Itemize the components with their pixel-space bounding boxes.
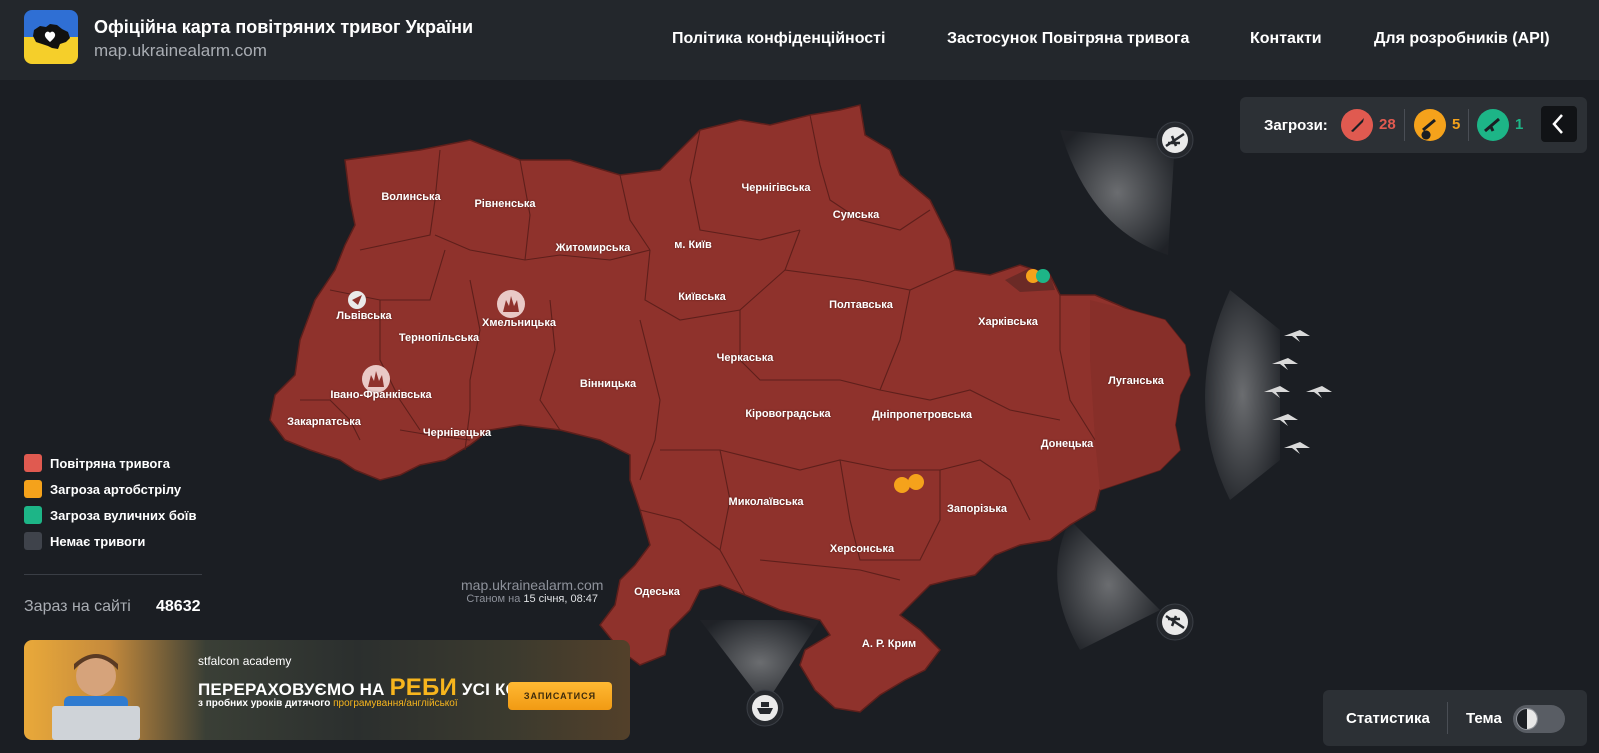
nav-contacts[interactable]: Контакти xyxy=(1250,30,1322,48)
statistics-button[interactable]: Статистика xyxy=(1346,710,1430,727)
rifle-count: 1 xyxy=(1515,116,1524,133)
occupied-area-luhansk xyxy=(1090,300,1190,490)
controls-separator xyxy=(1447,702,1448,734)
region-label-zakarpatska[interactable]: Закарпатська xyxy=(287,416,361,428)
header: Офіційна карта повітряних тривог України… xyxy=(0,0,1599,80)
as-of-prefix: Станом на xyxy=(466,593,521,605)
ad-brand: stfalcon academy xyxy=(198,654,292,668)
legend-swatch xyxy=(24,532,42,550)
region-label-ternopilska[interactable]: Тернопільська xyxy=(399,332,479,344)
ad-subtitle-part: з пробних уроків дитячого xyxy=(198,698,331,709)
legend-label: Немає тривоги xyxy=(50,534,146,549)
watermark-url: map.ukrainealarm.com xyxy=(461,577,604,593)
chevron-left-icon xyxy=(1552,114,1563,134)
legend-swatch xyxy=(24,454,42,472)
rifle-icon[interactable] xyxy=(1477,109,1509,141)
region-label-kirovohradska[interactable]: Кіровоградська xyxy=(745,408,830,420)
threat-separator xyxy=(1404,109,1405,141)
map-watermark: map.ukrainealarm.com Станом на 15 січня,… xyxy=(461,577,603,605)
region-label-rivnenska[interactable]: Рівненська xyxy=(474,198,535,210)
direction-cone-southeast xyxy=(1057,520,1160,650)
missile-icon[interactable] xyxy=(1341,109,1373,141)
ukraine-map-logo-icon xyxy=(33,24,70,49)
threats-panel: Загрози: 28 5 1 xyxy=(1240,97,1587,153)
collapse-panel-button[interactable] xyxy=(1541,106,1577,142)
region-label-sumska[interactable]: Сумська xyxy=(833,209,879,221)
threat-separator xyxy=(1468,109,1469,141)
legend-label: Повітряна тривога xyxy=(50,456,171,471)
app-logo[interactable] xyxy=(24,10,78,64)
theme-toggle[interactable] xyxy=(1513,705,1565,733)
ad-subtitle-highlight: програмування/англійської xyxy=(333,698,458,709)
bottom-controls: Статистика Тема xyxy=(1323,690,1587,746)
artillery-threat-marker xyxy=(908,474,924,490)
as-of-value: 15 січня, 08:47 xyxy=(523,593,599,605)
missile-count: 28 xyxy=(1379,116,1396,133)
region-label-kharkivska[interactable]: Харківська xyxy=(978,316,1038,328)
artillery-icon[interactable] xyxy=(1414,109,1446,141)
jet-icon xyxy=(1284,330,1310,342)
as-of-timestamp: Станом на 15 січня, 08:47 xyxy=(461,593,603,605)
online-label: Зараз на сайті xyxy=(24,598,131,615)
threats-label: Загрози: xyxy=(1264,117,1328,134)
jet-icon xyxy=(1306,386,1332,398)
artillery-count: 5 xyxy=(1452,116,1461,133)
region-label-poltavska[interactable]: Полтавська xyxy=(829,299,893,311)
lviv-direction-marker xyxy=(348,291,366,309)
region-label-volynska[interactable]: Волинська xyxy=(381,191,440,203)
nav-privacy-policy[interactable]: Політика конфіденційності xyxy=(672,30,885,48)
region-label-khmelnytska[interactable]: Хмельницька xyxy=(482,317,556,329)
theme-label: Тема xyxy=(1466,710,1502,727)
region-label-vinnytska[interactable]: Вінницька xyxy=(580,378,636,390)
region-label-luhanska[interactable]: Луганська xyxy=(1108,375,1164,387)
region-label-zhytomyrska[interactable]: Житомирська xyxy=(556,242,631,254)
legend-label: Загроза артобстрілу xyxy=(50,482,182,497)
region-label-dnipropetrovska[interactable]: Дніпропетровська xyxy=(872,409,972,421)
region-label-donetska[interactable]: Донецька xyxy=(1041,438,1094,450)
direction-cone-east xyxy=(1205,290,1280,500)
nav-developers-api[interactable]: Для розробників (API) xyxy=(1374,30,1550,48)
region-label-cherkaska[interactable]: Черкаська xyxy=(717,352,774,364)
region-label-odeska[interactable]: Одеська xyxy=(634,586,680,598)
explosion-marker-khmelnytskyi xyxy=(497,290,525,318)
ad-signup-button[interactable]: ЗАПИСАТИСЯ xyxy=(508,682,612,710)
nav-app[interactable]: Застосунок Повітряна тривога xyxy=(947,30,1189,48)
ad-child-image xyxy=(52,654,140,740)
region-label-khersonska[interactable]: Херсонська xyxy=(830,543,894,555)
artillery-threat-marker xyxy=(894,477,910,493)
region-label-chernihivska[interactable]: Чернігівська xyxy=(742,182,811,194)
street-fight-threat-marker xyxy=(1036,269,1050,283)
region-label-kyiv-city[interactable]: м. Київ xyxy=(674,239,712,251)
region-label-zaporizka[interactable]: Запорізька xyxy=(947,503,1007,515)
region-label-chernivetska[interactable]: Чернівецька xyxy=(423,427,491,439)
site-url[interactable]: map.ukrainealarm.com xyxy=(94,41,267,61)
theme-half-moon-icon xyxy=(1516,708,1538,730)
region-label-kyivska[interactable]: Київська xyxy=(678,291,726,303)
region-label-lvivska[interactable]: Львівська xyxy=(336,310,391,322)
legend-swatch xyxy=(24,480,42,498)
legend-swatch xyxy=(24,506,42,524)
ad-headline-part: ПЕРЕРАХОВУЄМО НА xyxy=(198,680,385,699)
online-count: 48632 xyxy=(156,598,201,615)
ad-subtitle: з пробних уроків дитячого програмування/… xyxy=(198,698,458,709)
site-title: Офіційна карта повітряних тривог України xyxy=(94,17,474,37)
direction-cone-north xyxy=(1060,130,1175,255)
legend-label: Загроза вуличних боїв xyxy=(50,508,197,523)
region-label-crimea[interactable]: А. Р. Крим xyxy=(862,638,916,650)
legend-divider xyxy=(24,574,202,575)
region-label-ivano-frankivska[interactable]: Івано-Франківська xyxy=(330,389,431,401)
region-label-mykolaivska[interactable]: Миколаївська xyxy=(729,496,804,508)
ad-headline-highlight: РЕБИ xyxy=(389,674,457,701)
jet-icon xyxy=(1284,442,1310,454)
ad-banner[interactable]: stfalcon academy ПЕРЕРАХОВУЄМО НА РЕБИ У… xyxy=(24,640,630,740)
